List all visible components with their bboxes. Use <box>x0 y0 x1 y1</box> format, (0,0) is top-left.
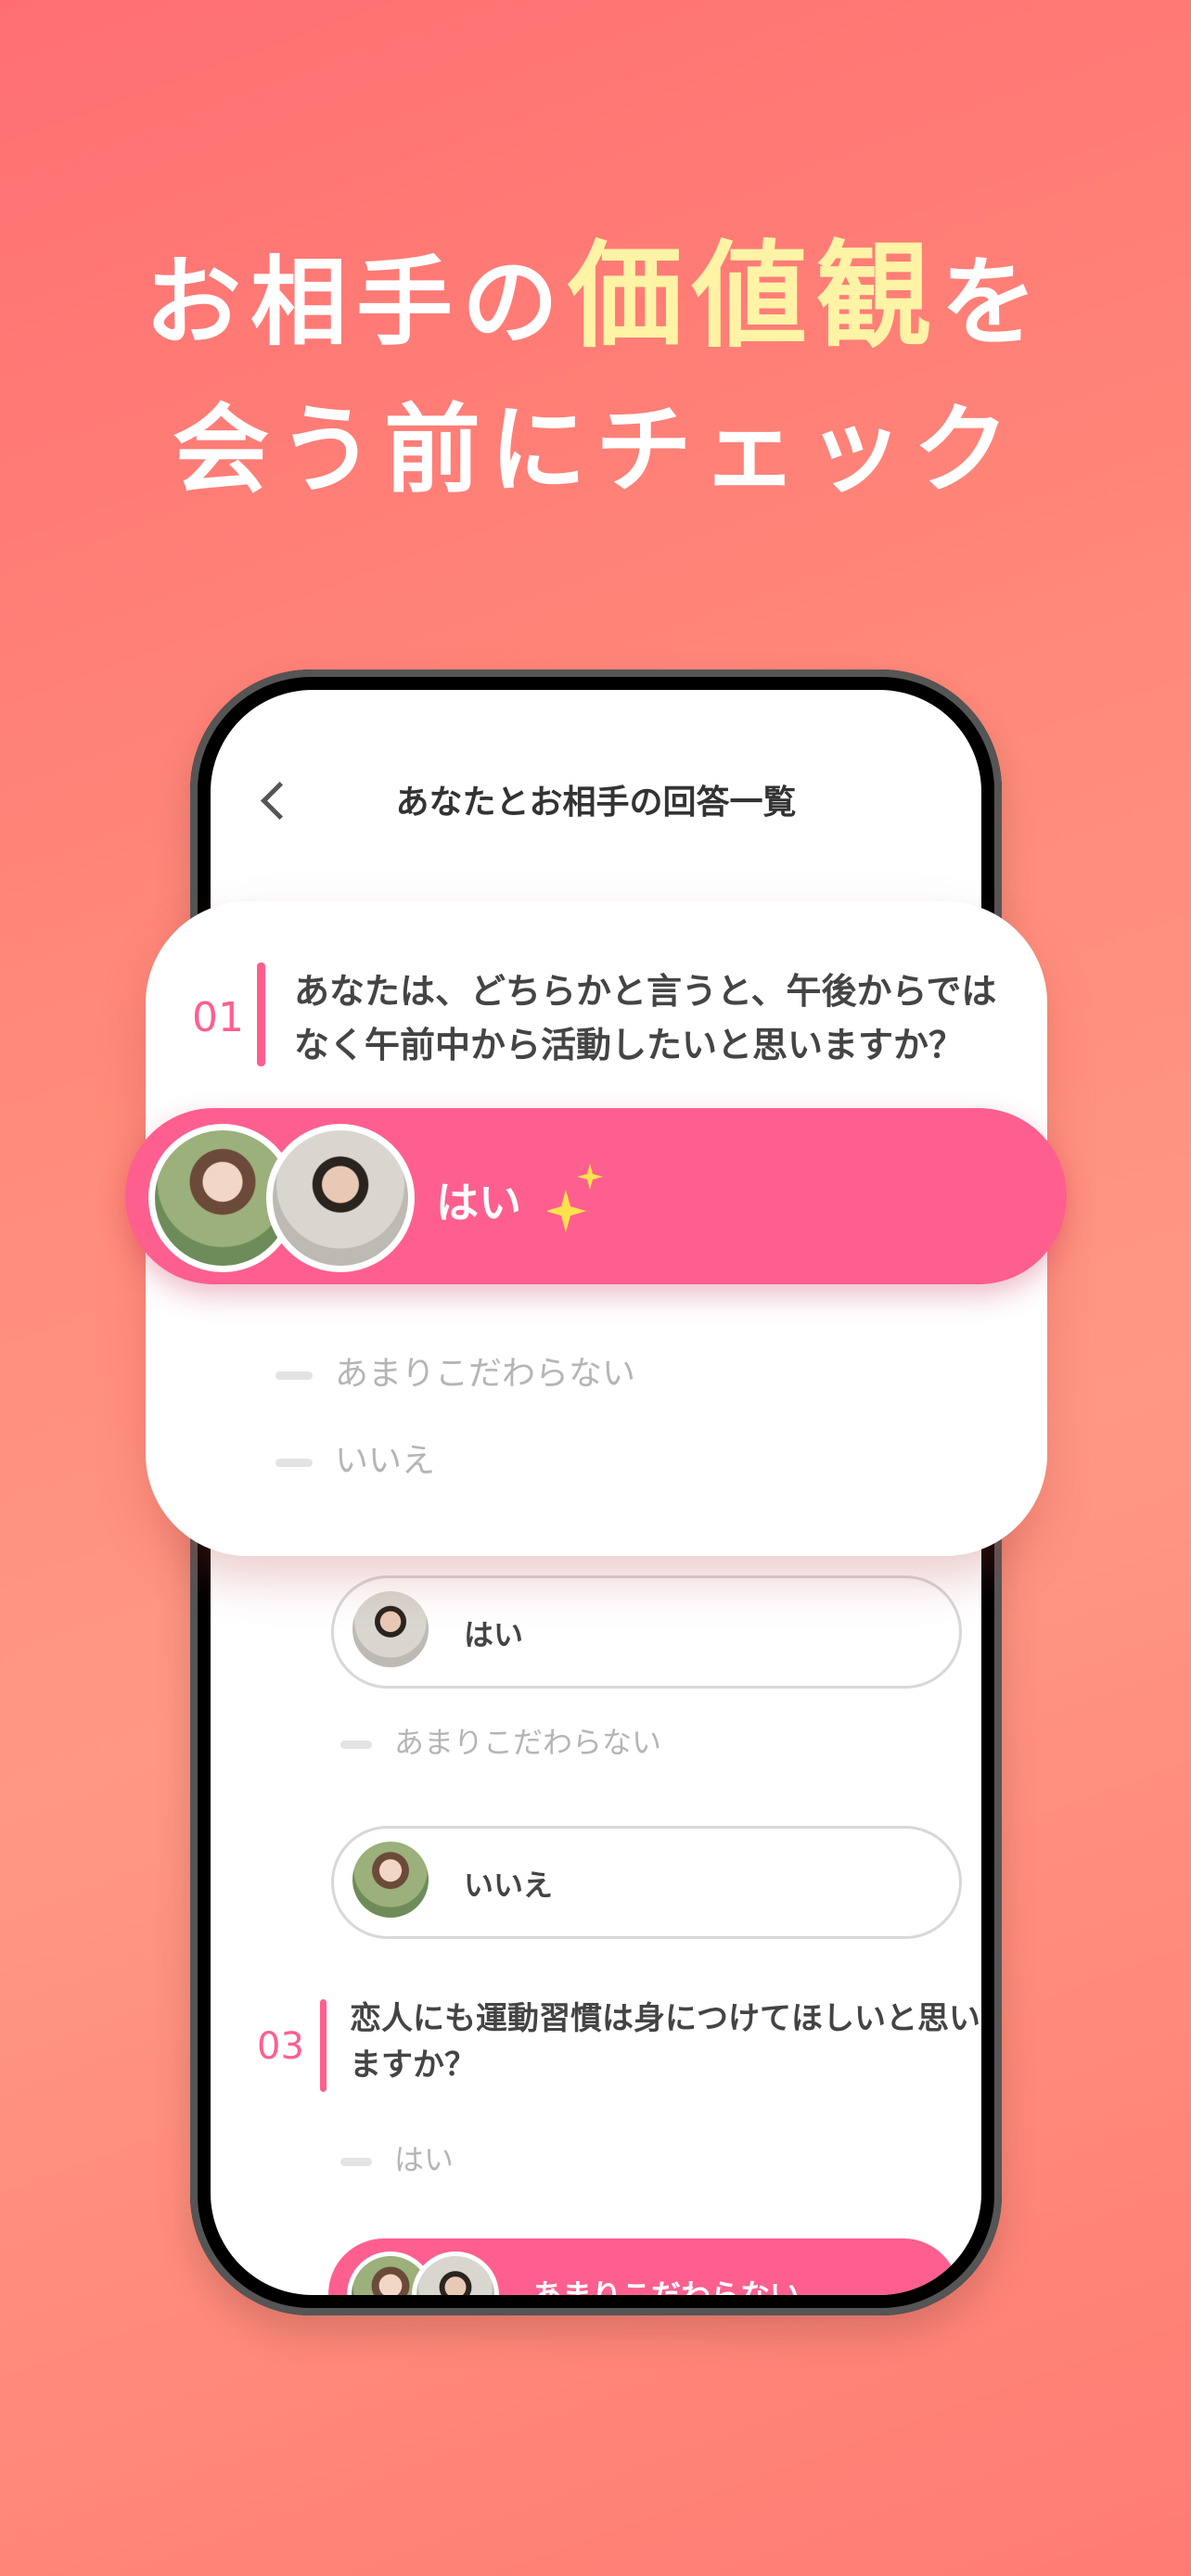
question-text: あなたは、どちらかと言うと、午後からでは なく午前中から活動したいと思いますか？ <box>294 964 999 1072</box>
answer-row-matched: あまりこだわらない <box>328 2238 959 2295</box>
dash-icon <box>275 1371 313 1380</box>
avatar <box>352 1591 429 1667</box>
question-text-line: なく午前中から活動したいと思いますか？ <box>294 1025 965 1065</box>
question-number: 01 <box>192 994 244 1041</box>
answer-label: いいえ <box>464 1868 554 1903</box>
answer-option-label: あまりこだわらない <box>335 1355 636 1393</box>
dash-icon <box>275 1458 313 1467</box>
answer-row-you-no: いいえ <box>331 1826 962 1939</box>
answer-option-label: いいえ <box>335 1442 436 1480</box>
headline-line-2: 会う前にチェック <box>172 393 1018 506</box>
question-accent-bar <box>320 1999 327 2092</box>
selected-answer-pill: はい <box>125 1108 1067 1284</box>
answer-option: いいえ <box>275 1434 435 1482</box>
question-number: 03 <box>257 2025 304 2068</box>
question-text-line: あなたは、どちらかと言うと、午後からでは <box>294 971 997 1012</box>
sparkle-icon <box>547 1164 603 1232</box>
answer-option-label: はい <box>394 2142 455 2177</box>
answer-option-label: あまりこだわらない <box>394 1725 662 1760</box>
answer-row-partner-yes: はい <box>331 1575 962 1689</box>
page-title: あなたとお相手の回答一覧 <box>395 784 797 822</box>
dash-icon <box>340 1740 372 1749</box>
answer-option: はい <box>340 2136 454 2179</box>
question-text-line: ますか？ <box>350 2047 476 2084</box>
question-accent-bar <box>257 963 265 1066</box>
answer-option: あまりこだわらない <box>340 1719 661 1762</box>
answer-label: はい <box>464 1617 524 1652</box>
dash-icon <box>340 2157 372 2166</box>
answer-label: あまりこだわらない <box>532 2277 800 2295</box>
headline-line-1: お相手の価値観を <box>0 236 1191 363</box>
avatar <box>412 2251 499 2295</box>
headline-text: を <box>941 246 1047 359</box>
headline-highlight: 価値観 <box>567 230 941 363</box>
answer-option: あまりこだわらない <box>275 1346 635 1395</box>
selected-answer-label: はい <box>436 1178 521 1228</box>
avatar <box>352 1842 429 1918</box>
question-text: 恋人にも運動習慣は身につけてほしいと思い ますか？ <box>350 1996 980 2088</box>
headline-text: お相手の <box>144 246 568 359</box>
avatar <box>266 1124 415 1272</box>
question-text-line: 恋人にも運動習慣は身につけてほしいと思い <box>350 2000 980 2037</box>
